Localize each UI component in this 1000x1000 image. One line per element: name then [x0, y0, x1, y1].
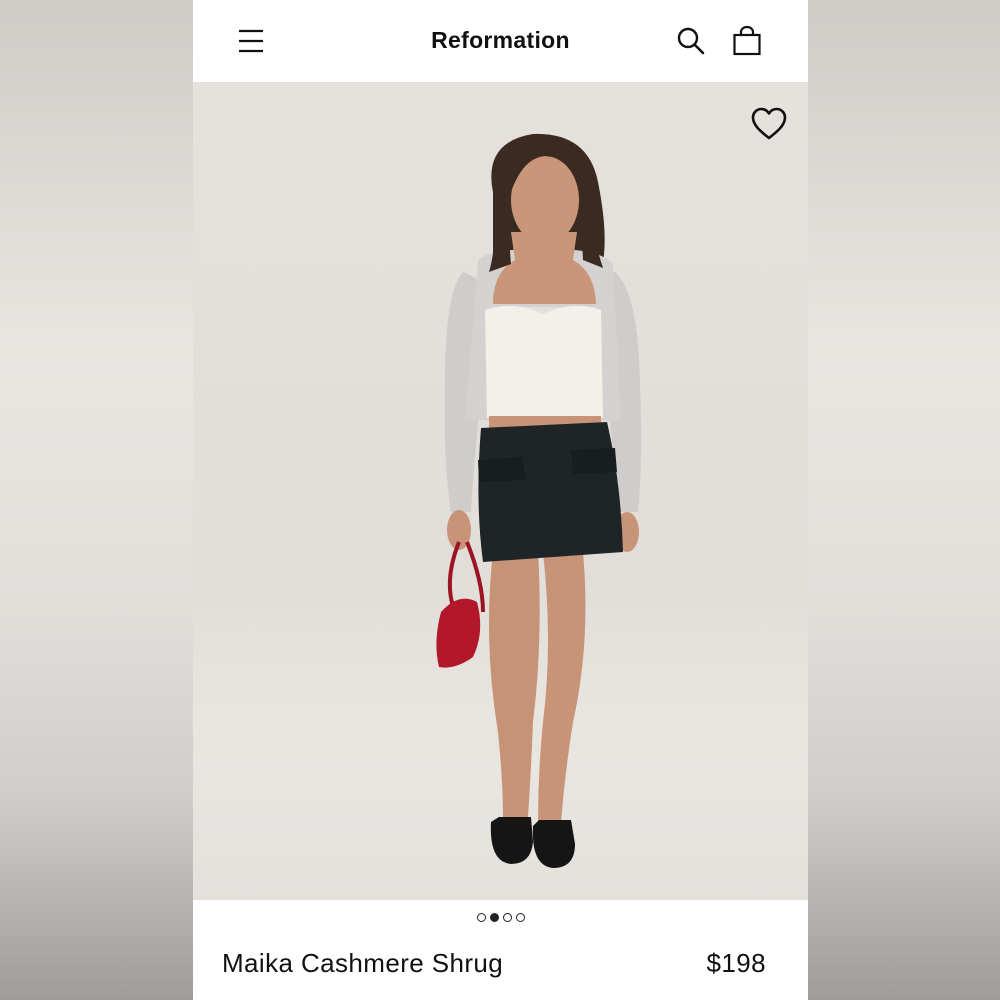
background-blur-right: [808, 0, 1000, 1000]
product-name: Maika Cashmere Shrug: [222, 948, 504, 978]
carousel-dot[interactable]: [515, 912, 525, 922]
top-navigation-bar: Reformation: [193, 0, 808, 82]
shopping-bag-icon[interactable]: [732, 25, 762, 57]
carousel-pagination: [193, 908, 808, 926]
brand-logo[interactable]: Reformation: [193, 27, 808, 54]
carousel-dot-active[interactable]: [489, 912, 499, 922]
carousel-dot[interactable]: [476, 912, 486, 922]
product-image[interactable]: [193, 82, 808, 900]
mobile-screen: Reformation Maika Cashmere Shrug $198: [193, 0, 808, 1000]
background-blur-left: [0, 0, 193, 1000]
heart-outline-icon[interactable]: [750, 106, 788, 142]
model-photo: [436, 133, 642, 868]
carousel-dot[interactable]: [502, 912, 512, 922]
search-icon[interactable]: [676, 26, 706, 56]
product-price: $198: [706, 948, 766, 978]
